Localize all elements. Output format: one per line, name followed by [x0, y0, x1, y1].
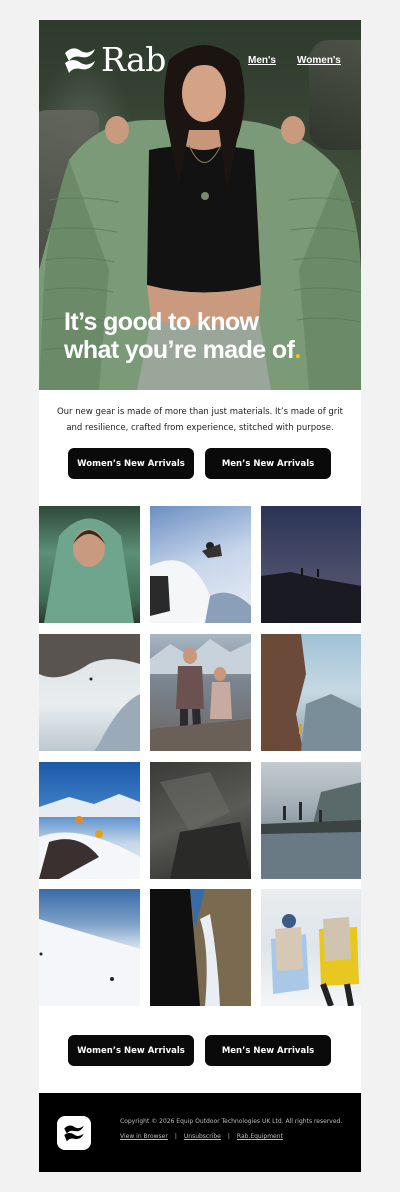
- view-in-browser-link[interactable]: View in Browser: [120, 1133, 168, 1140]
- gallery-photo-backpackers-snow[interactable]: [261, 889, 361, 1006]
- hero-headline-line1: It’s good to know: [64, 308, 259, 336]
- gallery-photo-ridge-dusk[interactable]: [261, 506, 361, 623]
- hero-image[interactable]: Rab Men's Women's It’s good to know what…: [39, 20, 361, 390]
- gallery-photo-couple-hiking[interactable]: [150, 634, 251, 751]
- gallery-photo-pool-crossing[interactable]: [261, 762, 361, 879]
- rab-bird-icon: [64, 1125, 84, 1142]
- hero-headline-line2: what you’re made of.: [64, 336, 344, 364]
- footer-separator: |: [174, 1133, 177, 1140]
- nav-womens-link[interactable]: Women's: [297, 55, 341, 66]
- footer: Copyright © 2026 Equip Outdoor Technolog…: [39, 1093, 361, 1172]
- hero-headline-dot: .: [294, 336, 301, 364]
- mens-new-arrivals-button[interactable]: Men’s New Arrivals: [205, 448, 331, 479]
- footer-logo[interactable]: [57, 1116, 91, 1150]
- rab-equipment-link[interactable]: Rab.Equipment: [237, 1133, 283, 1140]
- unsubscribe-link[interactable]: Unsubscribe: [184, 1133, 221, 1140]
- brand-logo[interactable]: Rab: [63, 42, 166, 78]
- womens-new-arrivals-button-bottom[interactable]: Women’s New Arrivals: [68, 1035, 194, 1066]
- copyright-text: Copyright © 2026 Equip Outdoor Technolog…: [120, 1118, 343, 1125]
- hero-headline: It’s good to know what you’re made of.: [64, 308, 344, 364]
- hero-headline-line2-text: what you’re made of: [64, 336, 295, 364]
- gallery-photo-ice-gully[interactable]: [150, 889, 251, 1006]
- gallery-photo-skier[interactable]: [150, 506, 251, 623]
- nav-mens-link[interactable]: Men's: [248, 55, 276, 66]
- footer-links: View in Browser | Unsubscribe | Rab.Equi…: [120, 1133, 283, 1140]
- brand-name: Rab: [101, 40, 166, 79]
- gallery-photo-hood[interactable]: [39, 506, 140, 623]
- mens-new-arrivals-button-bottom[interactable]: Men’s New Arrivals: [205, 1035, 331, 1066]
- gallery-photo-dark-rock[interactable]: [150, 762, 251, 879]
- gallery-photo-snow-slope[interactable]: [39, 634, 140, 751]
- gallery-photo-alpine-climbers[interactable]: [39, 762, 140, 879]
- email-container: Rab Men's Women's It’s good to know what…: [39, 20, 361, 1172]
- gallery-photo-rock-climber[interactable]: [261, 634, 361, 751]
- footer-separator: |: [227, 1133, 230, 1140]
- intro-text: Our new gear is made of more than just m…: [56, 407, 343, 433]
- womens-new-arrivals-button[interactable]: Women’s New Arrivals: [68, 448, 194, 479]
- gallery-photo-snow-ridge[interactable]: [39, 889, 140, 1006]
- rab-bird-icon: [65, 48, 95, 73]
